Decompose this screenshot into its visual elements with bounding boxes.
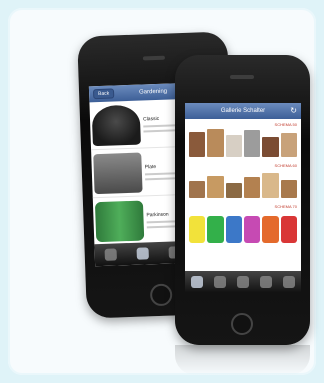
product-row[interactable] (189, 211, 297, 243)
front-navbar: Gallerie Schalter ↻ (185, 103, 301, 119)
tab-icon[interactable] (213, 276, 226, 288)
product-thumb[interactable] (280, 179, 297, 198)
gallery-section: SCHEMA 60 (185, 160, 301, 201)
gallery-section: SCHEMA 50 (185, 119, 301, 160)
front-tabbar (185, 271, 301, 293)
product-thumb[interactable] (243, 177, 261, 198)
product-thumb[interactable] (189, 181, 206, 198)
front-screen: Gallerie Schalter ↻ SCHEMA 50 SCHEMA 60 (185, 103, 301, 293)
product-thumb[interactable] (189, 215, 206, 243)
front-nav-title: Gallerie Schalter (220, 108, 266, 114)
home-button[interactable] (149, 283, 173, 307)
product-row[interactable] (189, 129, 297, 157)
product-thumb[interactable] (280, 215, 297, 243)
product-thumb[interactable] (280, 133, 297, 157)
product-thumb[interactable] (225, 215, 242, 243)
product-thumb[interactable] (189, 131, 206, 157)
phone-reflection (175, 345, 310, 375)
speaker-icon (142, 55, 165, 61)
product-image (91, 104, 141, 146)
product-row[interactable] (189, 170, 297, 198)
back-button[interactable]: Back (92, 88, 115, 100)
tab-icon[interactable] (104, 248, 117, 261)
home-button[interactable] (231, 313, 253, 335)
product-thumb[interactable] (262, 172, 279, 198)
product-thumb[interactable] (243, 215, 261, 243)
product-image (94, 200, 145, 242)
product-image (93, 152, 143, 194)
product-thumb[interactable] (207, 129, 224, 157)
refresh-icon[interactable]: ↻ (290, 106, 297, 116)
product-thumb[interactable] (262, 137, 279, 157)
product-thumb[interactable] (225, 134, 242, 157)
gallery-section: SCHEMA 70 (185, 201, 301, 246)
tab-icon[interactable] (283, 276, 296, 288)
tab-icon[interactable] (236, 276, 249, 288)
tab-icon[interactable] (260, 276, 273, 288)
product-thumb[interactable] (207, 175, 224, 198)
tab-icon[interactable] (190, 276, 203, 288)
section-price: SCHEMA 70 (274, 204, 297, 209)
speaker-icon (230, 75, 254, 79)
tab-icon[interactable] (136, 247, 149, 260)
product-thumb[interactable] (243, 130, 261, 157)
section-price: SCHEMA 50 (274, 122, 297, 127)
product-thumb[interactable] (225, 182, 242, 198)
product-thumb[interactable] (262, 215, 279, 243)
section-price: SCHEMA 60 (274, 163, 297, 168)
product-thumb[interactable] (207, 215, 224, 243)
back-nav-title: Gardening (138, 88, 168, 96)
iphone-front: Gallerie Schalter ↻ SCHEMA 50 SCHEMA 60 (175, 55, 310, 345)
